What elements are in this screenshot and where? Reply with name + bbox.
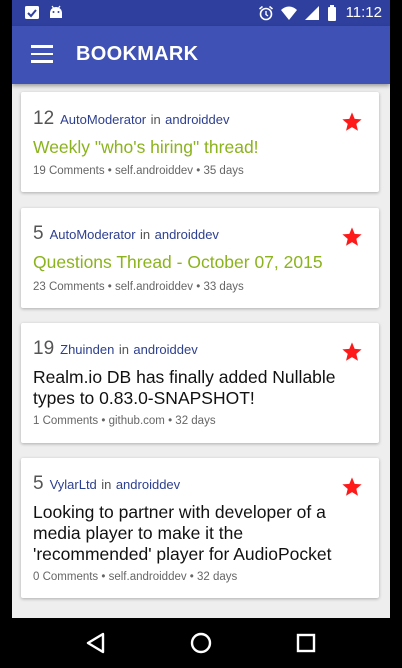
- in-label: in: [150, 112, 161, 127]
- post-subreddit[interactable]: androiddev: [116, 477, 180, 492]
- post-author[interactable]: VylarLtd: [50, 477, 97, 492]
- meta-separator: •: [98, 571, 109, 583]
- page-title: BOOKMARK: [76, 43, 199, 65]
- post-age: 35 days: [203, 165, 244, 177]
- hamburger-menu-icon[interactable]: [31, 45, 53, 63]
- post-card[interactable]: 5 VylarLtd in androiddev Looking to partn…: [21, 458, 379, 598]
- signal-icon: [304, 5, 319, 20]
- bookmark-star-icon[interactable]: [341, 476, 363, 498]
- post-age: 33 days: [203, 281, 244, 293]
- post-score: 12: [33, 108, 55, 129]
- post-title[interactable]: Realm.io DB has finally added Nullable t…: [33, 367, 365, 409]
- meta-separator: •: [193, 165, 204, 177]
- post-score: 5: [33, 473, 44, 494]
- navigation-bar: [12, 618, 390, 668]
- post-domain: self.androiddev: [115, 281, 194, 293]
- bookmark-star-icon[interactable]: [341, 226, 363, 248]
- wifi-icon: [280, 6, 297, 20]
- post-score: 5: [33, 223, 44, 244]
- post-author[interactable]: AutoModerator: [50, 227, 136, 242]
- in-label: in: [118, 342, 129, 357]
- post-subreddit[interactable]: androiddev: [155, 227, 219, 242]
- back-icon[interactable]: [83, 630, 109, 656]
- post-card[interactable]: 19 Zhuinden in androiddev Realm.io DB has…: [21, 323, 379, 443]
- meta-separator: •: [193, 281, 204, 293]
- clock: 11:12: [345, 4, 382, 21]
- bookmark-star-icon[interactable]: [341, 341, 363, 363]
- post-author[interactable]: AutoModerator: [60, 112, 146, 127]
- phone-screen: 11:12 BOOKMARK 12 AutoModerator in androi…: [12, 0, 390, 668]
- post-meta: 1 Comments • github.com • 32 days: [33, 415, 216, 427]
- home-icon[interactable]: [188, 630, 214, 656]
- post-age: 32 days: [175, 415, 216, 427]
- battery-icon: [327, 4, 336, 21]
- post-meta: 23 Comments • self.androiddev • 33 days: [33, 281, 244, 293]
- post-subreddit[interactable]: androiddev: [165, 112, 229, 127]
- comment-count[interactable]: 1 Comments: [33, 415, 98, 427]
- post-author[interactable]: Zhuinden: [60, 342, 114, 357]
- post-meta: 19 Comments • self.androiddev • 35 days: [33, 165, 244, 177]
- post-score: 19: [33, 338, 55, 359]
- notification-box-icon: [25, 6, 39, 19]
- bookmark-list[interactable]: 12 AutoModerator in androiddev Weekly "wh…: [12, 84, 390, 618]
- app-bar: BOOKMARK: [12, 26, 390, 84]
- post-domain: self.androiddev: [115, 165, 194, 177]
- post-card[interactable]: 5 AutoModerator in androiddev Questions T…: [21, 208, 379, 308]
- bookmark-star-icon[interactable]: [341, 111, 363, 133]
- in-label: in: [140, 227, 151, 242]
- meta-separator: •: [164, 415, 176, 427]
- recents-icon[interactable]: [293, 630, 319, 656]
- android-icon: [50, 5, 62, 18]
- meta-separator: •: [104, 281, 116, 293]
- comment-count[interactable]: 19 Comments: [33, 165, 105, 177]
- post-domain: github.com: [108, 415, 165, 427]
- post-card[interactable]: 12 AutoModerator in androiddev Weekly "wh…: [21, 92, 379, 192]
- status-bar: 11:12: [12, 0, 390, 26]
- post-title[interactable]: Weekly "who's hiring" thread!: [33, 137, 365, 158]
- meta-separator: •: [104, 165, 116, 177]
- post-subreddit[interactable]: androiddev: [133, 342, 197, 357]
- post-domain: self.androiddev: [108, 571, 187, 583]
- post-age: 32 days: [197, 571, 238, 583]
- post-title[interactable]: Looking to partner with developer of a m…: [33, 502, 365, 565]
- post-meta: 0 Comments • self.androiddev • 32 days: [33, 571, 237, 583]
- meta-separator: •: [186, 571, 198, 583]
- in-label: in: [101, 477, 112, 492]
- meta-separator: •: [98, 415, 109, 427]
- comment-count[interactable]: 0 Comments: [33, 571, 98, 583]
- post-title[interactable]: Questions Thread - October 07, 2015: [33, 252, 365, 273]
- alarm-icon: [258, 5, 273, 20]
- comment-count[interactable]: 23 Comments: [33, 281, 105, 293]
